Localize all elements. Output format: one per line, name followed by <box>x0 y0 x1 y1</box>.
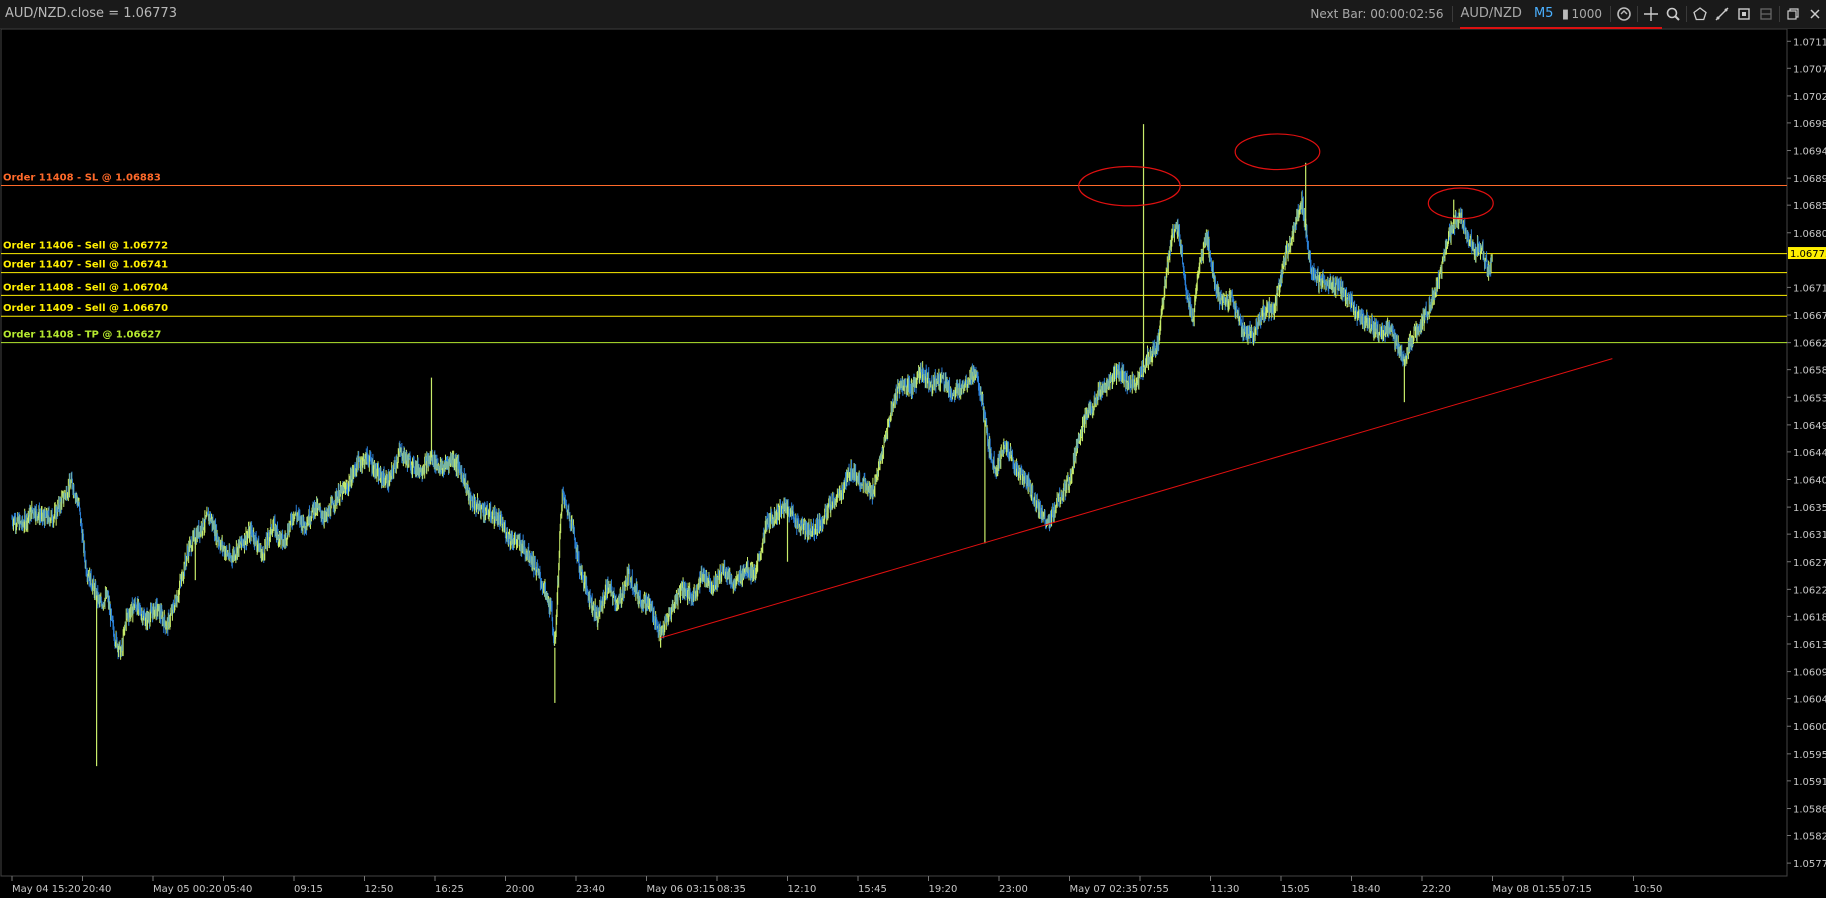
next-bar-timer: Next Bar: 00:00:02:56 <box>1310 7 1444 21</box>
y-tick-label: 1.06315 <box>1793 530 1826 541</box>
x-tick-label: 15:45 <box>858 884 887 895</box>
x-tick-label: 23:00 <box>999 884 1028 895</box>
y-tick-label: 1.05868 <box>1793 804 1826 815</box>
current-price-label: 1.06773 <box>1790 249 1826 260</box>
x-tick-label: May 06 03:15 <box>647 884 716 895</box>
order-line-label: Order 11406 - Sell @ 1.06772 <box>3 241 168 252</box>
toolbar-divider <box>1637 6 1638 22</box>
y-tick-label: 1.06985 <box>1793 119 1826 130</box>
y-tick-label: 1.05824 <box>1793 831 1826 842</box>
y-tick-label: 1.06940 <box>1793 147 1826 158</box>
toolbar-divider <box>1686 6 1687 22</box>
y-tick-label: 1.06583 <box>1793 366 1826 377</box>
chart-title: AUD/NZD.close = 1.06773 <box>5 6 177 21</box>
y-tick-label: 1.05957 <box>1793 750 1826 761</box>
order-line-label: Order 11408 - SL @ 1.06883 <box>3 173 161 184</box>
order-line-label: Order 11409 - Sell @ 1.06670 <box>3 303 168 314</box>
y-tick-label: 1.06672 <box>1793 311 1826 322</box>
zoom-icon[interactable] <box>1662 3 1684 25</box>
y-tick-label: 1.07074 <box>1793 64 1826 75</box>
y-tick-label: 1.06359 <box>1793 503 1826 514</box>
y-tick-label: 1.06225 <box>1793 585 1826 596</box>
y-tick-label: 1.06895 <box>1793 174 1826 185</box>
x-tick-label: 20:00 <box>506 884 535 895</box>
order-line-label: Order 11408 - TP @ 1.06627 <box>3 330 161 341</box>
x-tick-label: 07:55 <box>1140 884 1169 895</box>
y-tick-label: 1.06806 <box>1793 229 1826 240</box>
close-icon[interactable] <box>1804 3 1826 25</box>
x-tick-label: 22:20 <box>1422 884 1451 895</box>
lot-size-field[interactable]: 1000 <box>1571 3 1608 25</box>
y-tick-label: 1.06136 <box>1793 640 1826 651</box>
x-tick-label: 05:40 <box>224 884 253 895</box>
lot-icon: ▮ <box>1561 6 1570 22</box>
layout-icon[interactable] <box>1755 3 1777 25</box>
y-tick-label: 1.06851 <box>1793 201 1826 212</box>
y-tick-label: 1.06449 <box>1793 448 1826 459</box>
y-tick-label: 1.06717 <box>1793 283 1826 294</box>
y-tick-label: 1.05779 <box>1793 859 1826 870</box>
plot-area <box>0 29 1788 877</box>
crosshair-icon[interactable] <box>1640 3 1662 25</box>
toolbar-divider <box>1451 6 1453 22</box>
x-tick-label: 20:40 <box>83 884 112 895</box>
y-tick-label: 1.06538 <box>1793 393 1826 404</box>
chart-toolbar: Next Bar: 00:00:02:56 AUD/NZD M5 ▮ 1000 <box>1304 3 1826 25</box>
y-tick-label: 1.06181 <box>1793 612 1826 623</box>
x-tick-label: 08:35 <box>717 884 746 895</box>
y-tick-label: 1.05913 <box>1793 777 1826 788</box>
x-tick-label: 15:05 <box>1281 884 1310 895</box>
y-tick-label: 1.06270 <box>1793 558 1826 569</box>
y-tick-label: 1.06627 <box>1793 339 1826 350</box>
refresh-icon[interactable] <box>1613 3 1635 25</box>
x-tick-label: 12:10 <box>788 884 817 895</box>
order-line-label: Order 11407 - Sell @ 1.06741 <box>3 260 168 271</box>
timeframe-selector[interactable]: M5 <box>1528 3 1560 25</box>
x-tick-label: 19:20 <box>929 884 958 895</box>
y-tick-label: 1.06091 <box>1793 668 1826 679</box>
y-tick-label: 1.06002 <box>1793 722 1826 733</box>
x-tick-label: May 07 02:35 <box>1070 884 1139 895</box>
toolbar-divider <box>1779 6 1780 22</box>
x-tick-label: 09:15 <box>294 884 323 895</box>
pentagon-icon[interactable] <box>1689 3 1711 25</box>
y-tick-label: 1.07029 <box>1793 92 1826 103</box>
x-tick-label: May 05 00:20 <box>153 884 222 895</box>
x-tick-label: 10:50 <box>1634 884 1663 895</box>
chart-title-bar: AUD/NZD.close = 1.06773 Next Bar: 00:00:… <box>0 0 1826 29</box>
restore-window-icon[interactable] <box>1782 3 1804 25</box>
y-tick-label: 1.06493 <box>1793 421 1826 432</box>
x-tick-label: 16:25 <box>435 884 464 895</box>
x-tick-label: 07:15 <box>1563 884 1592 895</box>
draw-line-icon[interactable] <box>1711 3 1733 25</box>
x-tick-label: 11:30 <box>1211 884 1240 895</box>
order-line-label: Order 11408 - Sell @ 1.06704 <box>3 282 168 293</box>
x-tick-label: 12:50 <box>365 884 394 895</box>
x-tick-label: 23:40 <box>576 884 605 895</box>
y-tick-label: 1.06404 <box>1793 476 1826 487</box>
symbol-selector[interactable]: AUD/NZD <box>1455 3 1528 25</box>
x-tick-label: May 04 15:20 <box>12 884 81 895</box>
price-chart[interactable]: 1.07118 1.07074 1.07029 1.06985 1.06940 1.068… <box>0 29 1826 898</box>
screenshot-icon[interactable] <box>1733 3 1755 25</box>
x-tick-label: May 08 01:55 <box>1493 884 1562 895</box>
y-tick-label: 1.07118 <box>1793 37 1826 48</box>
toolbar-divider <box>1610 6 1611 22</box>
y-tick-label: 1.06047 <box>1793 695 1826 706</box>
x-tick-label: 18:40 <box>1352 884 1381 895</box>
